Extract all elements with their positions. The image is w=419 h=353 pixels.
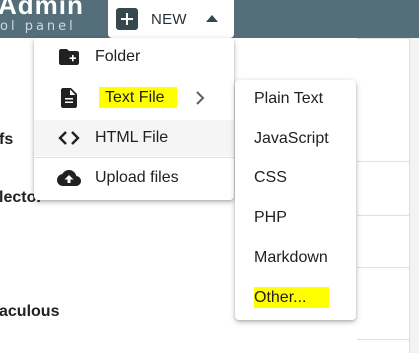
submenu-item-php[interactable]: PHP: [235, 199, 356, 237]
chevron-right-icon: [196, 91, 205, 105]
bg-divider: [357, 267, 409, 268]
bg-text-fragment: fs: [0, 131, 14, 148]
submenu-item-label: PHP: [254, 209, 287, 226]
menu-item-upload-files[interactable]: Upload files: [34, 159, 234, 197]
submenu-item-label: CSS: [254, 169, 287, 186]
menu-item-html-file[interactable]: HTML File: [34, 120, 234, 156]
bg-divider: [357, 339, 409, 340]
submenu-item-markdown[interactable]: Markdown: [235, 239, 356, 277]
new-button[interactable]: NEW: [108, 0, 234, 38]
plus-icon: [116, 8, 138, 30]
text-file-icon: [61, 88, 77, 108]
submenu-item-label: Other...: [254, 287, 330, 308]
submenu-item-other[interactable]: Other...: [235, 279, 356, 317]
new-menu: Folder Text File HTML File Upload files: [34, 38, 234, 200]
bg-divider: [357, 38, 409, 39]
menu-item-label: Upload files: [95, 169, 179, 186]
submenu-item-css[interactable]: CSS: [235, 159, 356, 197]
submenu-item-label: Markdown: [254, 249, 328, 266]
text-file-submenu: Plain Text JavaScript CSS PHP Markdown O…: [235, 80, 356, 320]
submenu-item-label: JavaScript: [254, 130, 329, 147]
menu-item-text-file[interactable]: Text File: [34, 78, 234, 118]
caret-up-icon: [206, 15, 218, 22]
bg-divider: [357, 215, 409, 216]
code-icon: [58, 131, 80, 145]
top-header: Admin ol panel NEW: [0, 0, 419, 38]
menu-item-folder[interactable]: Folder: [34, 38, 234, 76]
brand-subtitle: ol panel: [0, 19, 76, 34]
submenu-item-javascript[interactable]: JavaScript: [235, 120, 356, 158]
menu-item-label: HTML File: [95, 129, 169, 146]
menu-item-label: Folder: [95, 48, 141, 65]
submenu-item-plain-text[interactable]: Plain Text: [235, 80, 356, 118]
menu-item-label: Text File: [99, 87, 177, 108]
bg-text-fragment: aculous: [0, 303, 60, 320]
new-button-label: NEW: [151, 10, 187, 28]
cloud-upload-icon: [57, 170, 81, 186]
bg-divider: [357, 161, 409, 162]
folder-plus-icon: [59, 49, 79, 65]
brand-title: Admin: [0, 0, 84, 20]
highlight-mark: Text File: [99, 87, 177, 108]
menu-divider: [34, 157, 234, 158]
highlight-mark: Other...: [254, 287, 330, 308]
page-right-edge: [409, 38, 419, 353]
submenu-item-label: Plain Text: [254, 90, 324, 107]
